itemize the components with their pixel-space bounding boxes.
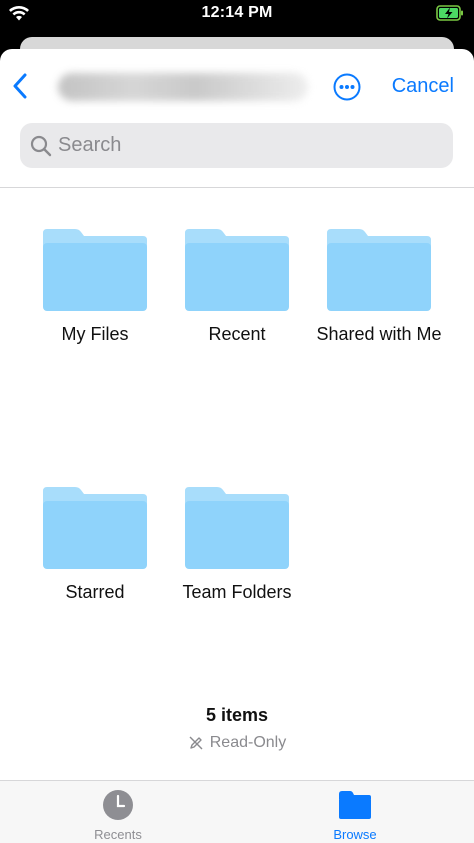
folder-label: Team Folders — [182, 582, 292, 602]
folder-my-files[interactable]: My Files — [25, 227, 165, 347]
tab-label: Browse — [333, 827, 377, 842]
items-count: 5 items — [205, 705, 269, 725]
folder-recent[interactable]: Recent — [167, 227, 307, 347]
status-bar: 12:14 PM — [0, 0, 474, 28]
folder-label: Shared with Me — [316, 324, 442, 344]
folder-label: Starred — [65, 582, 125, 602]
folder-icon — [185, 229, 289, 311]
access-status: Read-Only — [0, 734, 474, 752]
browse-sheet: Cancel My Files Recent Shared with Me — [0, 49, 474, 843]
tab-bar: Recents Browse — [0, 780, 474, 843]
blurred-title — [58, 73, 308, 101]
status-time: 12:14 PM — [201, 4, 273, 21]
folder-icon — [339, 791, 371, 819]
folder-icon — [185, 487, 289, 569]
folder-starred[interactable]: Starred — [25, 485, 165, 605]
search-icon — [30, 135, 52, 156]
pencil-slash-icon — [189, 736, 203, 750]
more-options-button[interactable] — [333, 73, 361, 101]
tab-browse[interactable]: Browse — [295, 789, 415, 842]
chevron-left-icon — [13, 73, 27, 99]
folder-icon — [43, 487, 147, 569]
folder-icon — [43, 229, 147, 311]
back-button[interactable] — [8, 71, 32, 101]
clock-icon — [103, 790, 133, 820]
divider — [0, 187, 474, 188]
folder-icon — [327, 229, 431, 311]
folder-summary: 5 items Read-Only — [0, 705, 474, 752]
read-only-label: Read-Only — [209, 734, 287, 751]
search-input[interactable] — [58, 134, 438, 157]
folder-label: My Files — [61, 324, 129, 344]
search-bar[interactable] — [20, 123, 453, 168]
tab-label: Recents — [94, 827, 142, 842]
battery-charging-icon — [436, 5, 463, 21]
folder-label: Recent — [208, 324, 266, 344]
tab-recents[interactable]: Recents — [58, 789, 178, 842]
folder-shared-with-me[interactable]: Shared with Me — [309, 227, 449, 347]
folder-team-folders[interactable]: Team Folders — [167, 485, 307, 605]
cancel-button[interactable]: Cancel — [392, 75, 454, 98]
